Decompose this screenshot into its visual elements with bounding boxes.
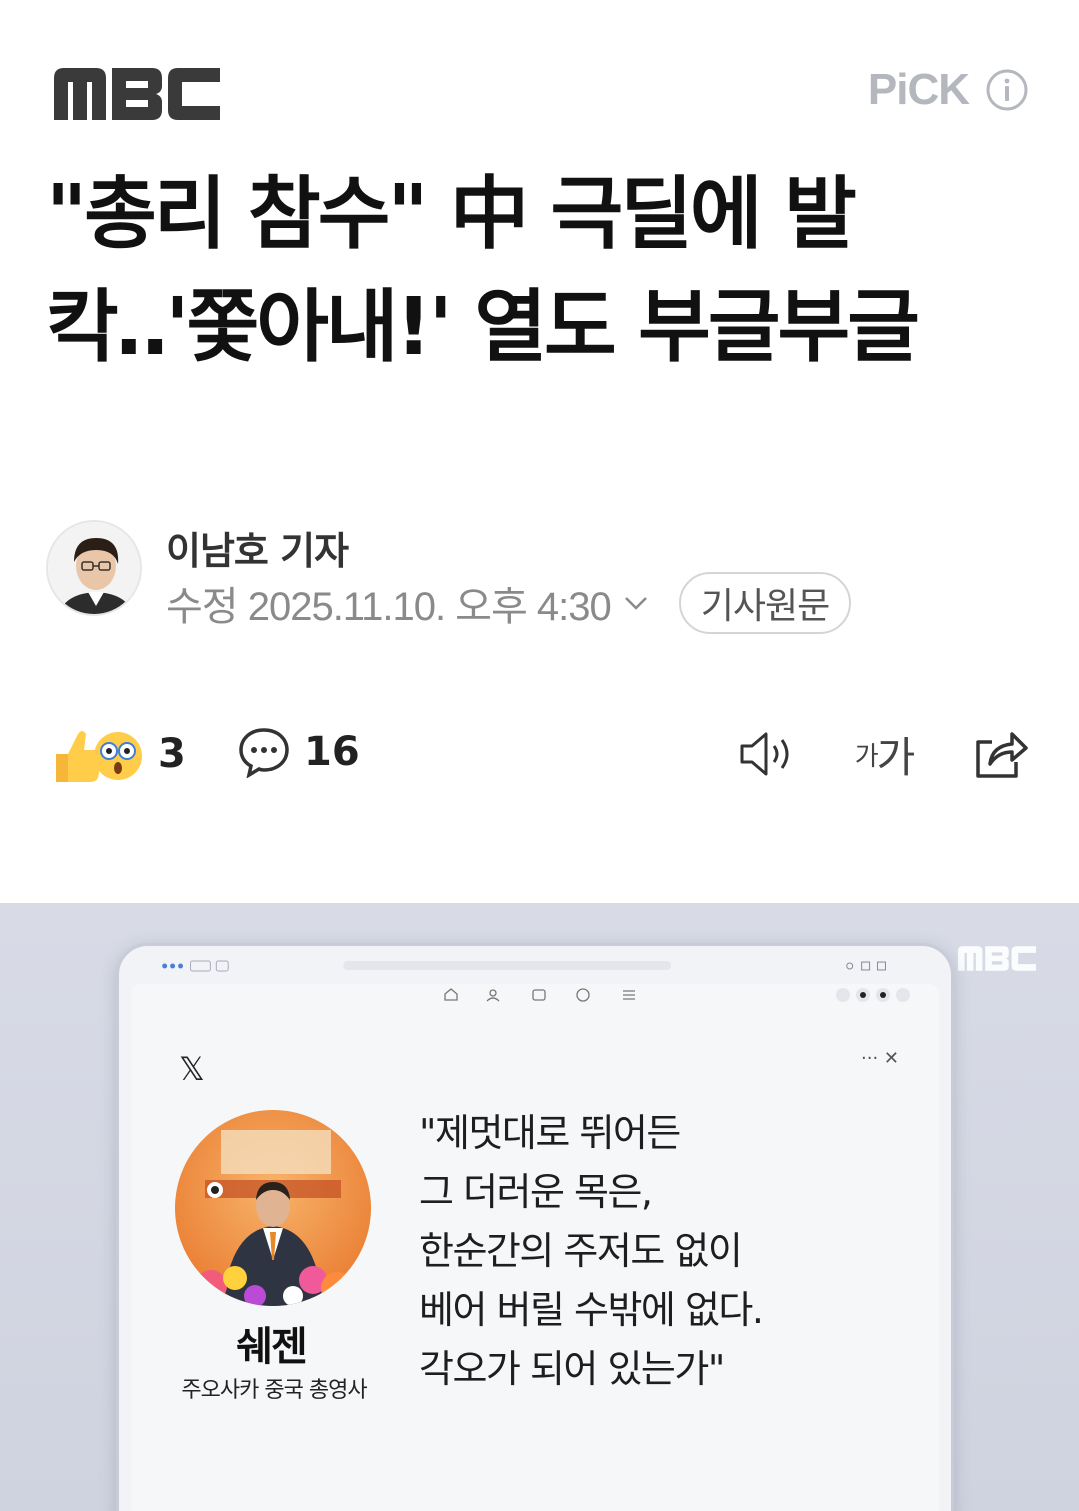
tablet-screen: 𝕏 ··· ✕ 쉐젠 주오사카 중국 총영사 "제멋대로 뛰어든 그 더러운 목… [131, 984, 939, 1511]
quote-line: 그 더러운 목은, [419, 1170, 653, 1214]
tts-button[interactable] [738, 724, 798, 784]
reporter-avatar[interactable] [46, 520, 142, 616]
post-controls: ··· ✕ [861, 1048, 899, 1069]
app-header: PiCK [0, 0, 1079, 140]
article-video-thumbnail[interactable]: 𝕏 ··· ✕ 쉐젠 주오사카 중국 총영사 "제멋대로 뛰어든 그 더러운 목… [0, 903, 1079, 1511]
reaction-icons [56, 731, 142, 782]
surprised-face-icon [94, 732, 142, 780]
person-title: 주오사카 중국 총영사 [181, 1378, 367, 1403]
quote-line: 베어 버릴 수밖에 없다. [419, 1288, 764, 1332]
comment-button[interactable]: 16 [238, 726, 360, 778]
font-size-small-label: 가 [854, 741, 879, 772]
quote-line: "제멋대로 뛰어든 [419, 1111, 681, 1155]
article-date: 수정 2025.11.10. 오후 4:30 [166, 585, 612, 629]
quote-line: 각오가 되어 있는가" [419, 1347, 725, 1391]
article-tools: 가가 [738, 724, 1030, 784]
x-app-nav [444, 988, 910, 1002]
article-byline: 이남호 기자 수정 2025.11.10. 오후 4:30 기사원문 [46, 520, 1046, 634]
person-name: 쉐젠 [236, 1324, 308, 1370]
chevron-down-icon[interactable] [621, 588, 651, 618]
article-headline: "총리 참수" 中 극딜에 발칵‥'쫓아내!' 열도 부글부글 [46, 168, 920, 373]
broadcaster-watermark [957, 943, 1037, 973]
mbc-logo[interactable] [52, 64, 222, 122]
speech-bubble-icon [239, 728, 289, 778]
speaker-icon [740, 732, 789, 776]
reaction-count: 3 [158, 731, 186, 777]
comment-count: 16 [304, 729, 360, 775]
x-logo-icon: 𝕏 [179, 1050, 205, 1088]
reporter-name[interactable]: 이남호 기자 [166, 520, 349, 575]
quote-text: "제멋대로 뛰어든 그 더러운 목은, 한순간의 주저도 없이 베어 버릴 수밖… [419, 1104, 869, 1399]
original-article-button[interactable]: 기사원문 [678, 572, 852, 634]
pick-label: PiCK [867, 65, 970, 114]
font-size-large-label: 가 [876, 732, 916, 782]
quote-line: 한순간의 주저도 없이 [419, 1229, 743, 1273]
pick-badge[interactable]: PiCK [868, 64, 1029, 116]
share-icon [976, 732, 1028, 778]
font-size-button[interactable]: 가가 [854, 724, 916, 784]
profile-photo [175, 1110, 371, 1306]
reaction-summary[interactable]: 3 [50, 724, 186, 784]
article-meta: 수정 2025.11.10. 오후 4:30 기사원문 [166, 572, 852, 634]
article-actions: 3 16 가가 [50, 720, 1030, 790]
browser-toolbar [162, 960, 886, 972]
info-icon[interactable] [985, 68, 1029, 112]
tablet-frame: 𝕏 ··· ✕ 쉐젠 주오사카 중국 총영사 "제멋대로 뛰어든 그 더러운 목… [116, 943, 954, 1511]
share-button[interactable] [970, 724, 1030, 784]
